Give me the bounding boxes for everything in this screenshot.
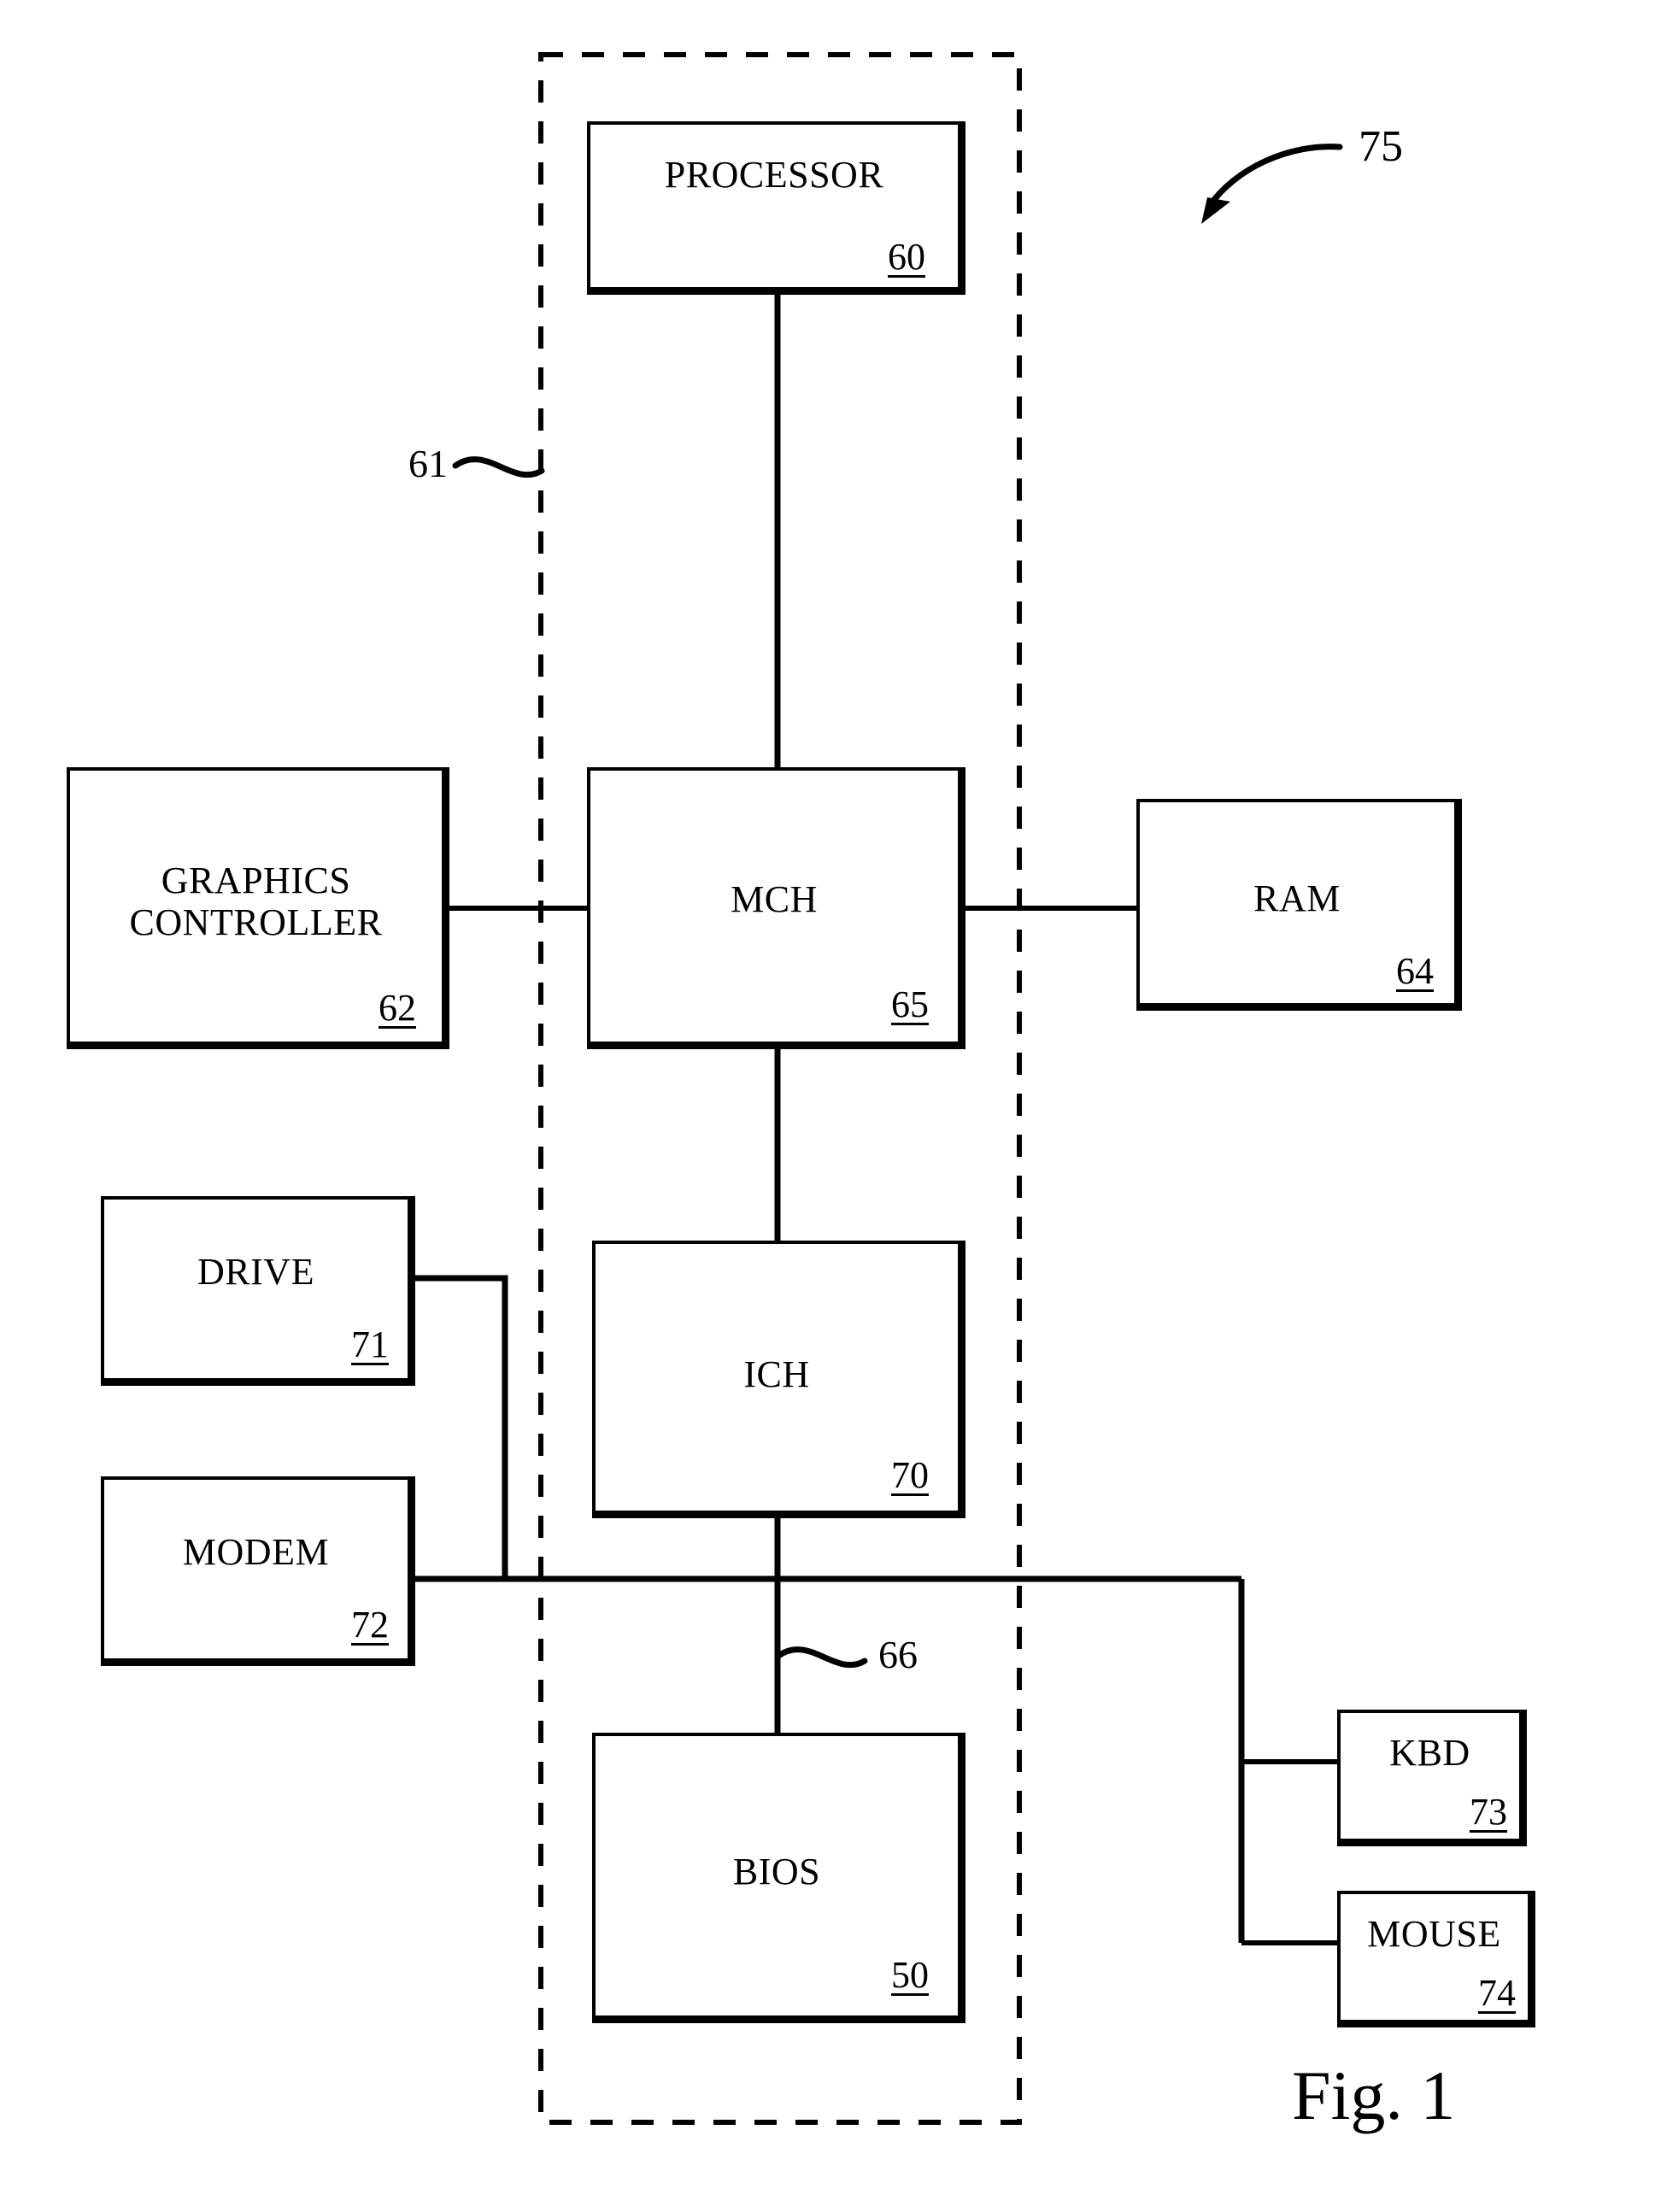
node-drive-ref: 71 (351, 1323, 389, 1365)
callout-61-leader (452, 456, 545, 478)
node-graphics-controller-label: GRAPHICS CONTROLLER (129, 860, 383, 944)
node-ram-label: RAM (1253, 877, 1341, 919)
node-mch-ref: 65 (891, 983, 929, 1025)
node-graphics-controller-ref: 62 (379, 987, 416, 1029)
node-drive[interactable]: DRIVE 71 (101, 1196, 415, 1386)
node-ram-ref: 64 (1396, 950, 1434, 992)
callout-66-leader (775, 1646, 868, 1669)
node-graphics-controller[interactable]: GRAPHICS CONTROLLER 62 (67, 767, 449, 1049)
node-ram[interactable]: RAM 64 (1136, 799, 1462, 1011)
node-modem-ref: 72 (351, 1604, 389, 1646)
node-processor[interactable]: PROCESSOR 60 (587, 121, 965, 295)
node-ich-label: ICH (743, 1353, 810, 1395)
node-ich[interactable]: ICH 70 (592, 1241, 965, 1518)
node-processor-label: PROCESSOR (664, 154, 884, 196)
callout-75-arrow (1205, 144, 1343, 211)
node-mouse[interactable]: MOUSE 74 (1337, 1891, 1535, 2027)
node-bios[interactable]: BIOS 50 (592, 1733, 965, 2023)
node-processor-ref: 60 (888, 236, 925, 278)
node-kbd-label: KBD (1389, 1732, 1470, 1774)
node-modem[interactable]: MODEM 72 (101, 1476, 415, 1666)
node-ich-ref: 70 (891, 1454, 929, 1496)
callout-66-label: 66 (878, 1633, 918, 1676)
link-drive-bus (415, 1275, 508, 1579)
node-mouse-label: MOUSE (1367, 1913, 1501, 1955)
callout-75-arrowhead (1201, 197, 1230, 224)
node-mch[interactable]: MCH 65 (587, 767, 965, 1049)
callout-75-label: 75 (1359, 122, 1403, 171)
node-kbd[interactable]: KBD 73 (1337, 1710, 1527, 1846)
figure-caption: Fig. 1 (1292, 2057, 1456, 2134)
node-mch-label: MCH (731, 878, 818, 920)
callout-61-label: 61 (408, 442, 448, 485)
node-kbd-ref: 73 (1470, 1791, 1507, 1833)
node-bios-label: BIOS (732, 1851, 821, 1892)
node-drive-label: DRIVE (197, 1251, 314, 1293)
node-bios-ref: 50 (891, 1954, 929, 1996)
node-modem-label: MODEM (182, 1531, 330, 1573)
node-mouse-ref: 74 (1478, 1972, 1516, 2014)
patent-figure-1: PROCESSOR 60 MCH 65 ICH 70 BIOS 50 GRAPH… (0, 0, 1655, 2212)
